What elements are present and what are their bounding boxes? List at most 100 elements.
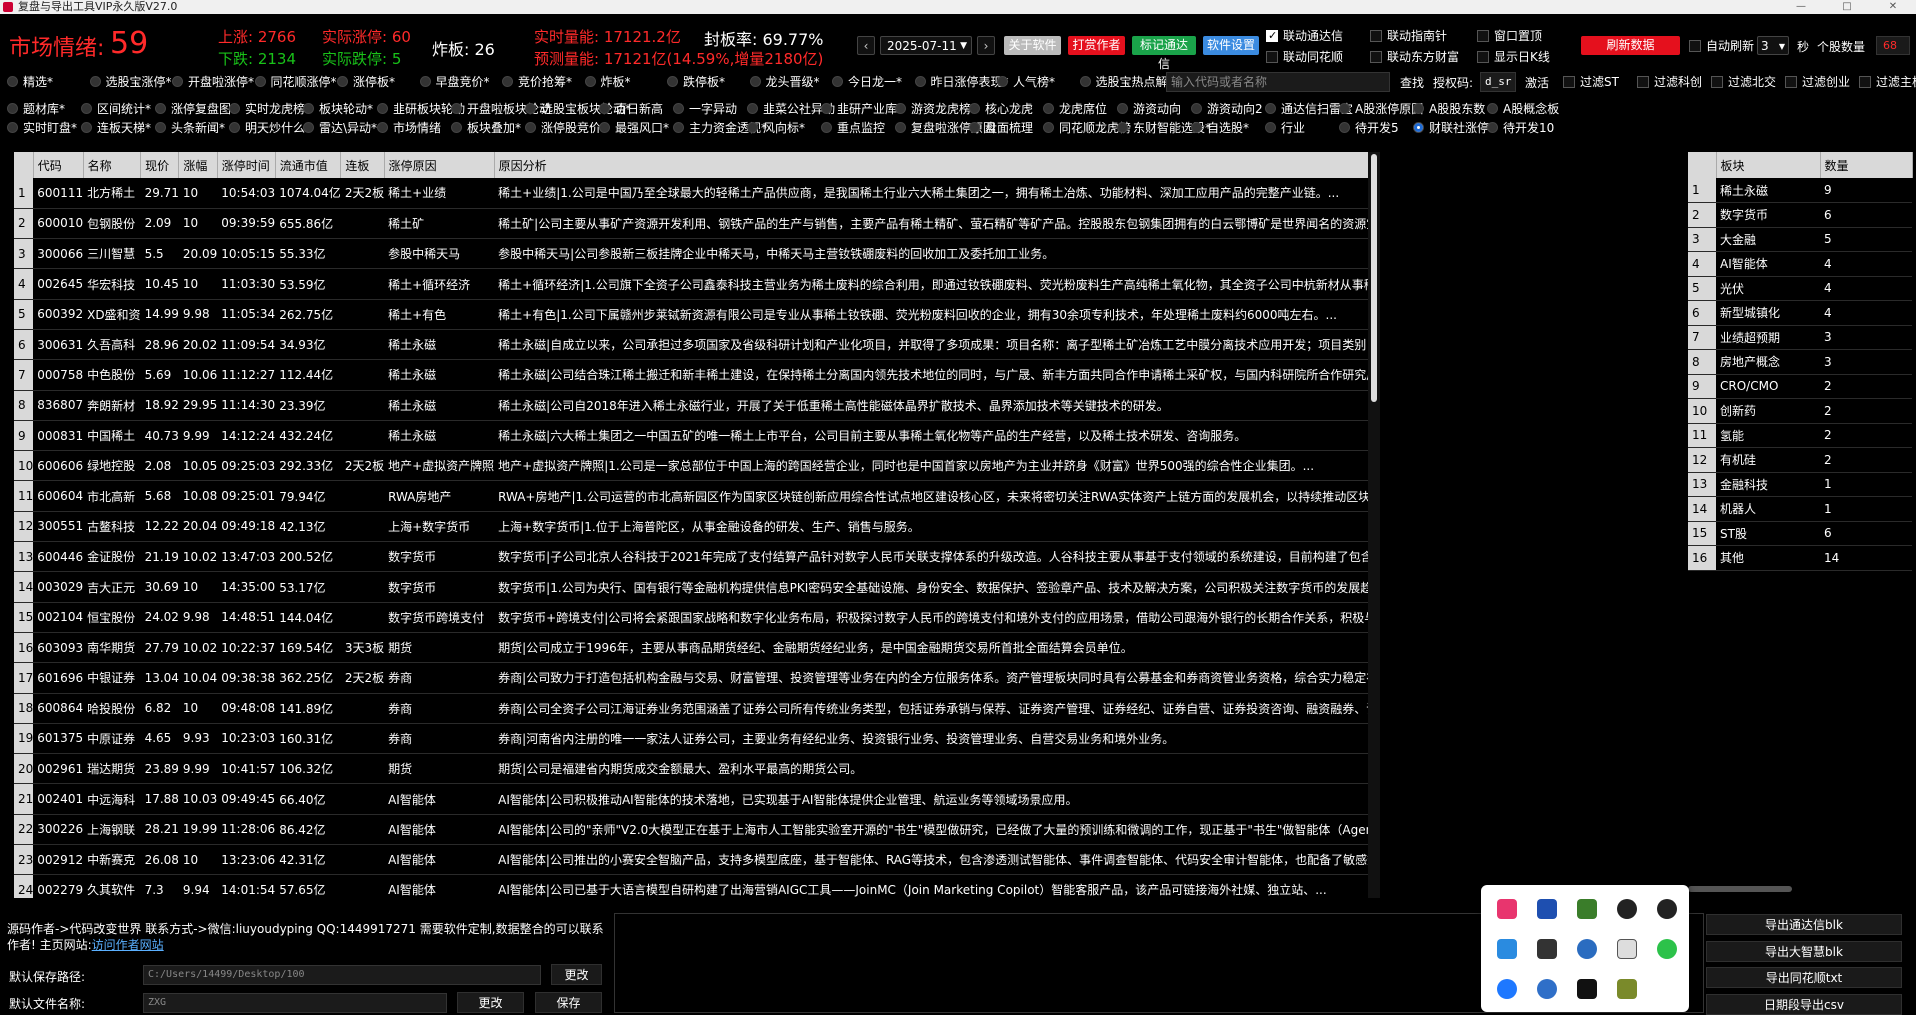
next-date-button[interactable]: › xyxy=(977,36,995,55)
module-radio[interactable]: 风向标* xyxy=(747,120,805,136)
table-row[interactable]: 13 600446 金证股份 21.19 10.02 13:47:03 200.52亿 数字货… xyxy=(14,541,1368,573)
nvidia-icon[interactable] xyxy=(1577,899,1597,919)
module-radio[interactable]: 早盘竞价* xyxy=(419,74,490,90)
bluetooth-icon[interactable] xyxy=(1497,979,1517,999)
sector-row[interactable]: 15 ST股 6 xyxy=(1688,521,1912,546)
module-radio[interactable]: 竞价抢筹* xyxy=(502,74,572,90)
module-radio[interactable]: 核心龙虎 xyxy=(969,101,1033,117)
export-ths-button[interactable]: 导出同花顺txt xyxy=(1706,967,1902,988)
module-radio[interactable]: 连板天梯* xyxy=(81,120,151,136)
module-radio[interactable]: 实时龙虎榜 xyxy=(229,101,305,117)
column-header[interactable]: 涨停时间 xyxy=(217,152,276,178)
column-header[interactable]: 涨幅 xyxy=(178,152,218,178)
change-path-button[interactable]: 更改 xyxy=(551,964,602,985)
column-header[interactable]: 原因分析 xyxy=(494,152,1368,178)
column-header[interactable]: 代码 xyxy=(33,152,84,178)
module-radio[interactable]: 游资动向 xyxy=(1117,101,1181,117)
table-row[interactable]: 22 300226 上海钢联 28.21 19.99 11:28:06 86.42亿 AI智能… xyxy=(14,814,1368,846)
filter-checkbox[interactable]: 过滤创业 xyxy=(1785,74,1850,90)
module-radio[interactable]: 一字异动 xyxy=(673,101,737,117)
module-radio[interactable]: 涨停复盘图 xyxy=(155,101,231,117)
auto-refresh-checkbox[interactable]: 自动刷新 xyxy=(1689,38,1754,54)
tray-app-icon[interactable] xyxy=(1497,899,1517,919)
module-radio[interactable]: 板块叠加* xyxy=(451,120,521,136)
module-radio[interactable]: 龙头晋级* xyxy=(749,74,820,90)
module-radio[interactable]: 跌停板* xyxy=(667,74,725,90)
stock-count-value[interactable]: 68 xyxy=(1876,36,1910,55)
table-row[interactable]: 16 603093 南华期货 27.79 10.02 10:22:37 169.54亿 3天3… xyxy=(14,632,1368,664)
module-radio[interactable]: 开盘啦涨停* xyxy=(172,74,254,90)
table-row[interactable]: 4 002645 华宏科技 10.45 10 11:03:30 53.59亿 稀土+循环经济稀… xyxy=(14,268,1368,300)
module-radio[interactable]: A股涨停原因 xyxy=(1339,101,1423,117)
module-radio[interactable]: 人气榜* xyxy=(997,74,1055,90)
export-dzh-button[interactable]: 导出大智慧blk xyxy=(1706,941,1902,962)
module-radio[interactable]: 最强风口* xyxy=(599,120,669,136)
module-radio[interactable]: 待开发10 xyxy=(1487,120,1554,136)
sector-row[interactable]: 9 CRO/CMO 2 xyxy=(1688,374,1912,399)
module-radio[interactable]: A股股东数 xyxy=(1413,101,1485,117)
table-row[interactable]: 19 601375 中原证券 4.65 9.93 10:23:03 160.31亿 券商 券商|… xyxy=(14,723,1368,755)
qq-icon[interactable] xyxy=(1657,899,1677,919)
maximize-icon[interactable]: □ xyxy=(1824,0,1870,14)
link-tdx-checkbox[interactable]: 联动通达信 xyxy=(1266,28,1343,44)
date-picker[interactable]: 2025-07-11 ▼ xyxy=(880,36,972,55)
usb-icon[interactable] xyxy=(1617,939,1637,959)
module-radio[interactable]: 游资龙虎榜 xyxy=(895,101,971,117)
tray-app-icon[interactable] xyxy=(1537,939,1557,959)
module-radio[interactable]: 今日龙一* xyxy=(832,74,902,90)
link-znz-checkbox[interactable]: 联动指南针 xyxy=(1370,28,1447,44)
module-radio[interactable]: 市场情绪 xyxy=(377,120,441,136)
refresh-button[interactable]: 刷新数据 xyxy=(1581,36,1680,55)
sector-table[interactable]: 板块 数量 1 稀土永磁 9 2 数字货币 6 3 大金融 5 4 AI智能体 4 5 光伏 4 6 新型城镇化 4… xyxy=(1688,152,1916,892)
settings-button[interactable]: 软件设置 xyxy=(1203,36,1259,55)
tray-app-icon[interactable] xyxy=(1577,939,1597,959)
module-radio[interactable]: 精选* xyxy=(7,74,53,90)
column-header[interactable]: 连板 xyxy=(340,152,385,178)
table-row[interactable]: 11 600604 市北高新 5.68 10.08 09:25:01 79.94亿 RWA房地… xyxy=(14,480,1368,512)
sector-row[interactable]: 11 氢能 2 xyxy=(1688,423,1912,448)
link-df-checkbox[interactable]: 联动东方财富 xyxy=(1370,49,1459,65)
module-radio[interactable]: 头条新闻* xyxy=(155,120,225,136)
author-link[interactable]: 访问作者网站 xyxy=(92,938,164,952)
horizontal-scrollbar[interactable] xyxy=(1688,886,1792,892)
tray-app-icon[interactable] xyxy=(1577,979,1597,999)
column-header[interactable]: 流通市值 xyxy=(275,152,342,178)
sector-row[interactable]: 13 金融科技 1 xyxy=(1688,472,1912,497)
activate-button[interactable]: 激活 xyxy=(1525,74,1549,91)
module-radio[interactable]: 昨日涨停表现* xyxy=(914,74,1009,90)
module-radio[interactable]: 重点监控 xyxy=(821,120,885,136)
export-tdx-button[interactable]: 导出通达信blk xyxy=(1706,914,1902,935)
column-header[interactable]: 名称 xyxy=(83,152,142,178)
module-radio[interactable]: 板块轮动* xyxy=(303,101,373,117)
limit-up-table[interactable]: 代码 名称 现价 涨幅 涨停时间 流通市值 连板 涨停原因 原因分析 1 600111 北方稀土 29… xyxy=(14,152,1368,898)
save-button[interactable]: 保存 xyxy=(535,992,602,1013)
module-radio[interactable]: 涨停板* xyxy=(337,74,395,90)
link-ths-checkbox[interactable]: 联动同花顺 xyxy=(1266,49,1343,65)
module-radio[interactable]: 选股宝涨停* xyxy=(89,74,172,90)
module-radio[interactable]: 游资动向2 xyxy=(1191,101,1263,117)
filter-checkbox[interactable]: 过滤北交 xyxy=(1711,74,1776,90)
table-row[interactable]: 15 002104 恒宝股份 24.02 9.98 14:48:51 144.04亿 数字货币… xyxy=(14,602,1368,633)
table-row[interactable]: 21 002401 中远海科 17.88 10.03 09:49:45 66.40亿 AI智能… xyxy=(14,783,1368,815)
module-radio[interactable]: 百日新高 xyxy=(599,101,663,117)
sector-row[interactable]: 7 业绩超预期 3 xyxy=(1688,325,1912,350)
table-row[interactable]: 7 000758 中色股份 5.69 10.06 11:12:27 112.44亿 稀土永磁稀… xyxy=(14,359,1368,391)
reward-button[interactable]: 打赏作者 xyxy=(1068,36,1125,55)
window-top-checkbox[interactable]: 窗口置顶 xyxy=(1477,28,1542,44)
table-row[interactable]: 2 600010 包钢股份 2.09 10 09:39:59 655.86亿 稀土矿 稀土矿|公… xyxy=(14,208,1368,240)
sector-row[interactable]: 12 有机硅 2 xyxy=(1688,447,1912,473)
column-header[interactable]: 现价 xyxy=(140,152,180,178)
module-radio[interactable]: 同花顺涨停* xyxy=(254,74,337,90)
table-row[interactable]: 3 300066 三川智慧 5.5 20.09 10:05:15 55.33亿 参股中稀天马参… xyxy=(14,238,1368,270)
module-radio[interactable]: 雷达\异动* xyxy=(303,120,377,136)
interval-select[interactable]: 3 ▼ xyxy=(1757,36,1789,55)
module-radio[interactable]: 炸板* xyxy=(584,74,631,90)
module-radio[interactable]: 龙虎席位 xyxy=(1043,101,1107,117)
table-row[interactable]: 12 300551 古鳌科技 12.22 20.04 09:49:18 42.13亿 上海+数… xyxy=(14,511,1368,543)
table-row[interactable]: 5 600392 XD盛和资 14.99 9.98 11:05:34 262.75亿 稀土+有… xyxy=(14,299,1368,330)
mark-tdx-button[interactable]: 标记通达信 xyxy=(1132,36,1196,71)
column-header[interactable]: 数量 xyxy=(1820,152,1913,178)
save-path-input[interactable]: C:/Users/14499/Desktop/100 xyxy=(143,965,541,985)
table-row[interactable]: 23 002912 中新赛克 26.08 10 13:23:06 42.31亿 AI智能体 AI… xyxy=(14,844,1368,876)
sector-row[interactable]: 3 大金融 5 xyxy=(1688,227,1912,252)
